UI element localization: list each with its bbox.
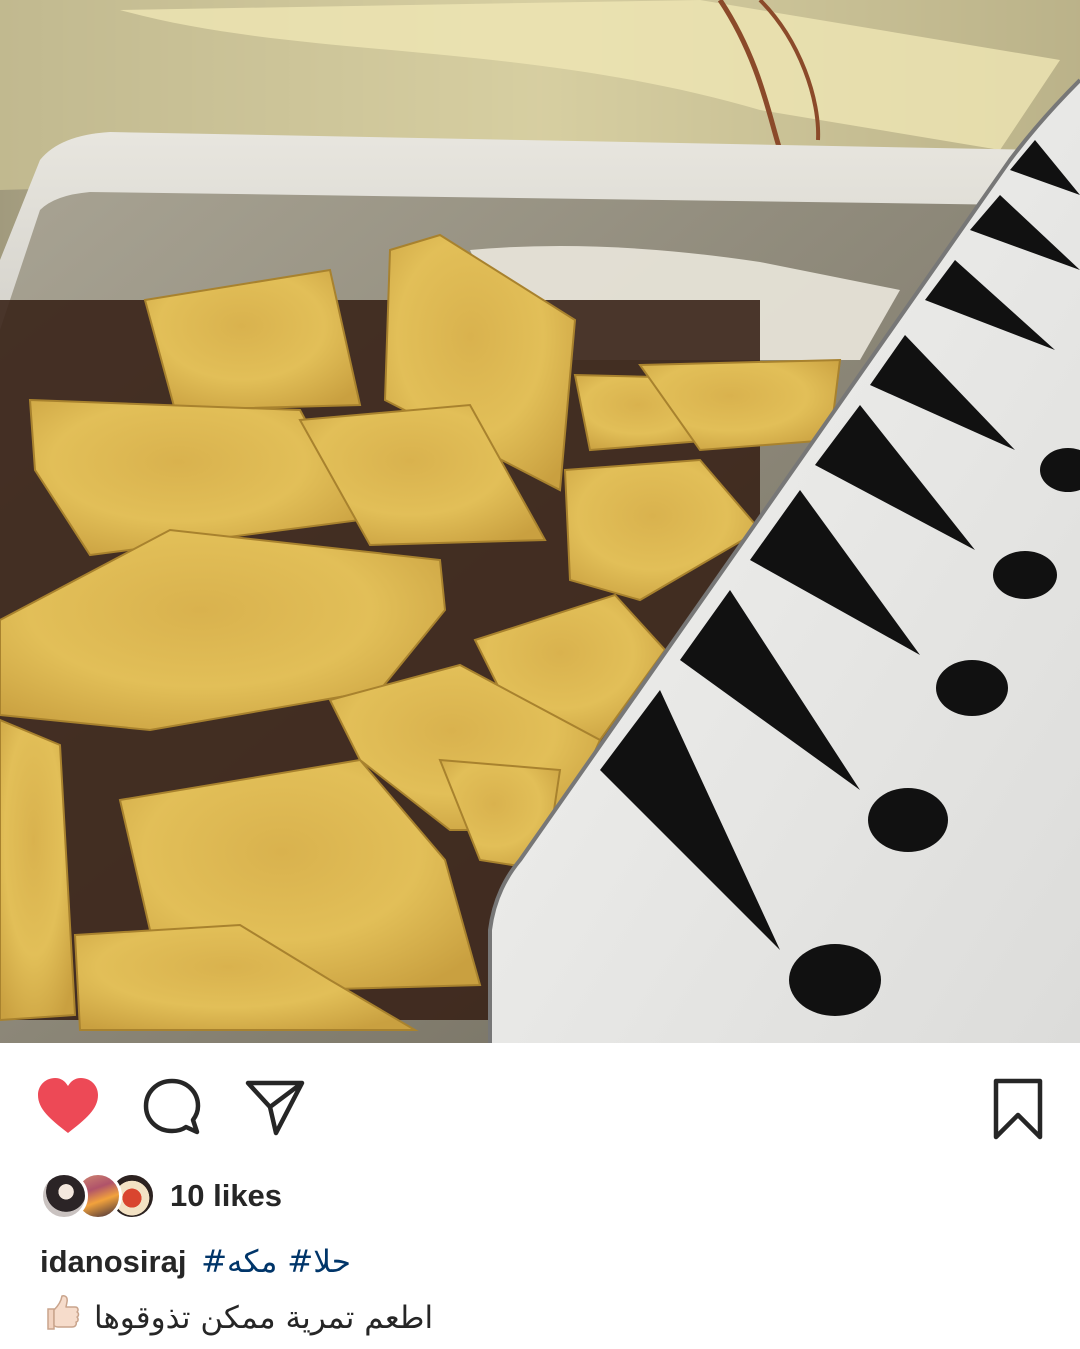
- action-bar: [0, 1043, 1080, 1163]
- caption-text: اطعم تمرية ممكن تذوقوها: [94, 1300, 434, 1336]
- caption-body: اطعم تمرية ممكن تذوقوها: [40, 1292, 433, 1344]
- likes-row: 10 likes: [40, 1170, 282, 1222]
- pastry-tin-photo: [0, 0, 1080, 1043]
- hashtag-links[interactable]: #حلا# مكه: [201, 1244, 351, 1280]
- save-button[interactable]: [992, 1077, 1044, 1141]
- liker-avatars[interactable]: [40, 1171, 156, 1221]
- share-icon: [245, 1080, 305, 1136]
- heart-icon: [38, 1078, 98, 1133]
- comment-button[interactable]: [142, 1077, 202, 1137]
- post-image[interactable]: [0, 0, 1080, 1043]
- username-link[interactable]: idanosiraj: [40, 1244, 186, 1279]
- bookmark-icon: [993, 1078, 1043, 1140]
- likes-count[interactable]: 10 likes: [170, 1178, 282, 1214]
- share-button[interactable]: [244, 1077, 306, 1137]
- instagram-post: 10 likes idanosiraj #حلا# مكه اطعم تمرية…: [0, 0, 1080, 1349]
- comment-icon: [143, 1078, 201, 1135]
- caption-header: idanosiraj #حلا# مكه: [40, 1242, 351, 1282]
- thumbs-up-emoji: [40, 1292, 80, 1344]
- avatar: [40, 1172, 88, 1220]
- like-button[interactable]: [36, 1077, 100, 1135]
